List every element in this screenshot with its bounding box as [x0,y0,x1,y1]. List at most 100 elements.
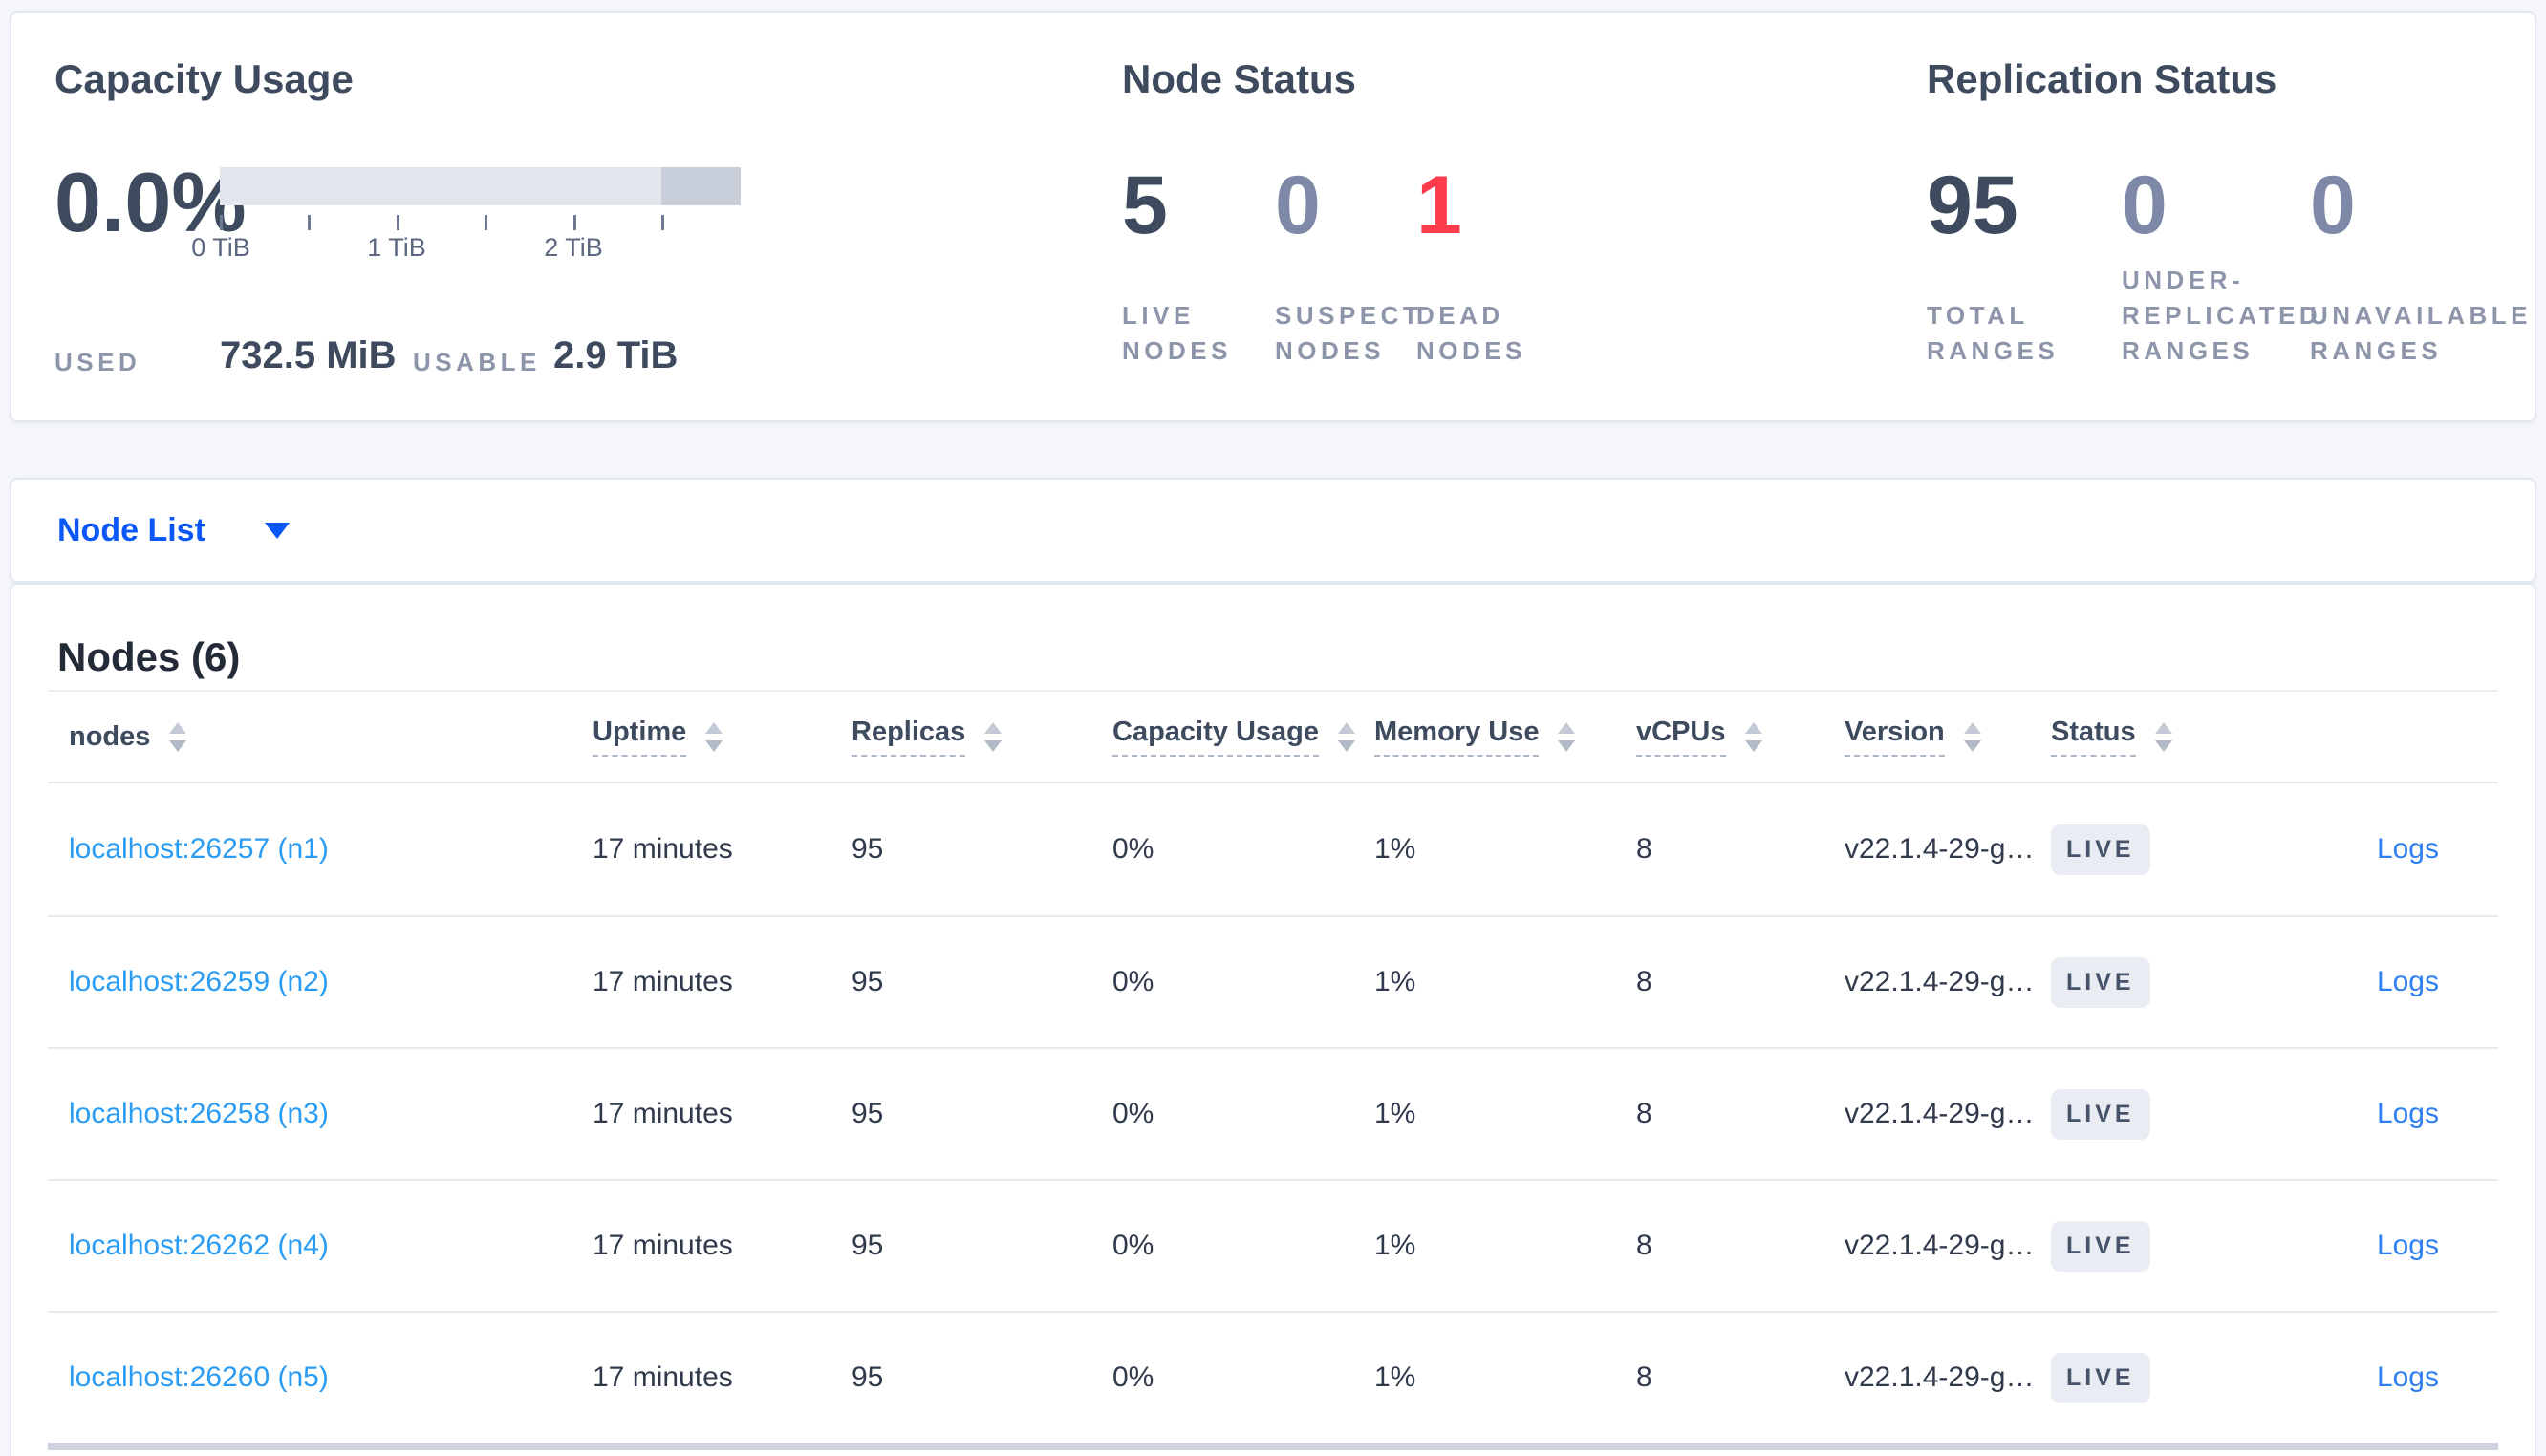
metric-label: SUSPECT NODES [1275,301,1423,365]
status-badge: LIVE [2051,956,2150,1008]
metric-label: UNAVAILABLE RANGES [2310,301,2532,365]
used-value: 732.5 MiB [220,334,397,376]
node-address-link[interactable]: localhost:26262 (n4) [69,1230,329,1261]
capacity-usage-cell: 0% [1112,1230,1154,1261]
vcpus-cell: 8 [1636,833,1652,865]
replicas-cell: 95 [852,833,884,865]
logs-cell: Logs [2271,966,2498,998]
logs-link[interactable]: Logs [2377,1230,2439,1261]
status-cell: LIVE [2051,1088,2271,1140]
axis-tick [485,215,487,230]
node-list-dropdown[interactable]: Node List [57,512,290,549]
column-header-label: Uptime [593,717,687,757]
chevron-down-icon [264,522,290,539]
logs-cell: Logs [2271,833,2498,866]
table-body: localhost:26257 (n1) 17 minutes 95 0% 1% 8 v22… [48,783,2498,1443]
table-bottom-scroll-edge [48,1443,2498,1450]
column-header-version[interactable]: Version [1845,717,2051,757]
column-header-capacity-usage[interactable]: Capacity Usage [1112,717,1374,757]
logs-cell: Logs [2271,1230,2498,1262]
column-header-label: Capacity Usage [1112,717,1319,757]
capacity-usage-bar [220,167,741,205]
metric-label: TOTAL RANGES [1927,301,2060,365]
status-cell: LIVE [2051,1352,2271,1403]
metric-value: 0 [2122,160,2168,251]
node-address-link[interactable]: localhost:26260 (n5) [69,1361,329,1393]
replicas-cell: 95 [852,1361,884,1393]
sort-arrows-icon [984,721,1003,752]
axis-tick [308,215,311,230]
logs-link[interactable]: Logs [2377,833,2439,865]
usable-label: USABLE [413,348,541,376]
sort-arrows-icon [1338,721,1355,752]
axis-tick-label: 0 TiB [191,233,250,262]
cluster-overview-summary: Capacity Usage 0.0% 0 TiB 1 TiB 2 TiB US… [10,11,2536,422]
status-badge: LIVE [2051,1220,2150,1272]
column-header-nodes[interactable]: nodes [48,721,593,753]
column-header-memory-use[interactable]: Memory Use [1374,717,1636,757]
vcpus-cell: 8 [1636,1361,1652,1393]
status-cell: LIVE [2051,956,2271,1008]
node-address-cell: localhost:26258 (n3) [48,1098,593,1130]
column-header-label: Memory Use [1374,717,1540,757]
replicas-cell: 95 [852,966,884,997]
uptime-cell: 17 minutes [593,966,733,997]
node-address-link[interactable]: localhost:26257 (n1) [69,833,329,865]
capacity-usage-title: Capacity Usage [54,56,354,101]
column-header-label: nodes [69,720,151,752]
metric-live-nodes: 5 LIVE NODES [1122,161,1265,369]
table-row: localhost:26258 (n3) 17 minutes 95 0% 1% 8 v22… [48,1047,2498,1179]
node-address-cell: localhost:26257 (n1) [48,833,593,866]
column-header-replicas[interactable]: Replicas [852,717,1112,757]
node-address-link[interactable]: localhost:26258 (n3) [69,1098,329,1129]
nodes-table-card: Nodes (6) nodes Uptime Replicas Capacity Us… [10,583,2536,1456]
version-cell: v22.1.4-29-g… [1845,833,2035,865]
axis-tick [220,215,223,230]
node-address-link[interactable]: localhost:26259 (n2) [69,966,329,997]
logs-link[interactable]: Logs [2377,966,2439,997]
nodes-table: nodes Uptime Replicas Capacity Usage Memory … [48,690,2498,1450]
usable-value: 2.9 TiB [553,334,679,376]
capacity-usage-cell: 0% [1112,1098,1154,1129]
axis-tick [573,215,576,230]
uptime-cell: 17 minutes [593,833,733,865]
version-cell: v22.1.4-29-g… [1845,1098,2035,1129]
axis-tick [397,215,399,230]
axis-tick-label: 2 TiB [544,233,603,262]
column-header-uptime[interactable]: Uptime [593,717,852,757]
table-row: localhost:26262 (n4) 17 minutes 95 0% 1% 8 v22… [48,1179,2498,1311]
memory-use-cell: 1% [1374,833,1416,865]
table-header-row: nodes Uptime Replicas Capacity Usage Memory … [48,690,2498,783]
column-header-label: Status [2051,717,2136,757]
table-row: localhost:26257 (n1) 17 minutes 95 0% 1% 8 v22… [48,783,2498,915]
logs-link[interactable]: Logs [2377,1361,2439,1393]
metric-label: LIVE NODES [1122,301,1232,365]
metric-value: 0 [1275,160,1321,251]
uptime-cell: 17 minutes [593,1230,733,1261]
metric-label: DEAD NODES [1416,301,1526,365]
nodes-section-title: Nodes (6) [57,634,241,679]
replicas-cell: 95 [852,1098,884,1129]
metric-suspect-nodes: 0 SUSPECT NODES [1275,161,1420,369]
table-row: localhost:26259 (n2) 17 minutes 95 0% 1% 8 v22… [48,915,2498,1047]
status-cell: LIVE [2051,824,2271,875]
view-selector-bar: Node List [10,478,2536,583]
memory-use-cell: 1% [1374,1098,1416,1129]
table-row: localhost:26260 (n5) 17 minutes 95 0% 1% 8 v22… [48,1311,2498,1443]
replicas-cell: 95 [852,1230,884,1261]
metric-value: 5 [1122,160,1168,251]
sort-arrows-icon [1744,721,1762,752]
capacity-usage-cell: 0% [1112,966,1154,997]
node-status-title: Node Status [1122,56,1357,101]
column-header-label: Version [1845,717,1945,757]
column-header-label: vCPUs [1636,717,1726,757]
capacity-usage-cell: 0% [1112,1361,1154,1393]
sort-arrows-icon [1963,721,1981,752]
column-header-vcpus[interactable]: vCPUs [1636,717,1845,757]
vcpus-cell: 8 [1636,1230,1652,1261]
logs-link[interactable]: Logs [2377,1098,2439,1129]
logs-cell: Logs [2271,1098,2498,1130]
replication-status-title: Replication Status [1927,56,2277,101]
sort-arrows-icon [169,721,187,752]
column-header-status[interactable]: Status [2051,717,2271,757]
